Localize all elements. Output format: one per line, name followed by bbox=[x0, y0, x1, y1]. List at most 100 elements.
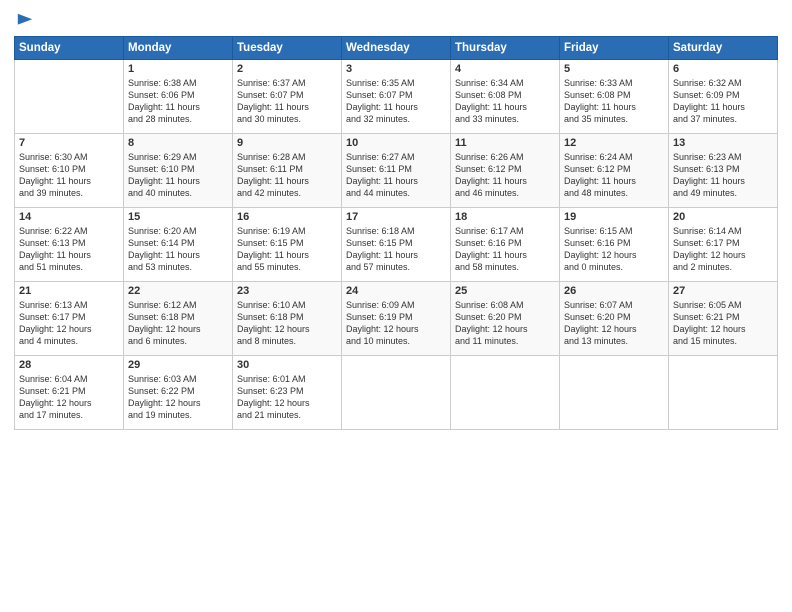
day-number: 23 bbox=[237, 285, 337, 297]
calendar-cell: 5 Sunrise: 6:33 AM Sunset: 6:08 PM Daylig… bbox=[560, 60, 669, 134]
calendar-cell: 25 Sunrise: 6:08 AM Sunset: 6:20 PM Dayli… bbox=[451, 282, 560, 356]
header bbox=[14, 10, 778, 30]
header-cell-thursday: Thursday bbox=[451, 37, 560, 60]
day-number: 25 bbox=[455, 285, 555, 297]
calendar-cell: 8Sunrise: 6:29 AM Sunset: 6:10 PM Daylig… bbox=[124, 134, 233, 208]
day-number: 3 bbox=[346, 63, 446, 75]
calendar-cell: 13 Sunrise: 6:23 AM Sunset: 6:13 PM Dayli… bbox=[669, 134, 778, 208]
day-number: 12 bbox=[564, 137, 664, 149]
cell-info: Sunrise: 6:38 AM Sunset: 6:06 PM Dayligh… bbox=[128, 77, 228, 126]
calendar-cell: 11Sunrise: 6:26 AM Sunset: 6:12 PM Dayli… bbox=[451, 134, 560, 208]
day-number: 28 bbox=[19, 359, 119, 371]
day-number: 5 bbox=[564, 63, 664, 75]
cell-info: Sunrise: 6:27 AM Sunset: 6:11 PM Dayligh… bbox=[346, 151, 446, 200]
day-number: 2 bbox=[237, 63, 337, 75]
calendar-cell: 6 Sunrise: 6:32 AM Sunset: 6:09 PM Daylig… bbox=[669, 60, 778, 134]
cell-info: Sunrise: 6:23 AM Sunset: 6:13 PM Dayligh… bbox=[673, 151, 773, 200]
calendar-cell bbox=[669, 356, 778, 430]
day-number: 11 bbox=[455, 137, 555, 149]
cell-info: Sunrise: 6:32 AM Sunset: 6:09 PM Dayligh… bbox=[673, 77, 773, 126]
cell-info: Sunrise: 6:37 AM Sunset: 6:07 PM Dayligh… bbox=[237, 77, 337, 126]
logo bbox=[14, 14, 34, 30]
calendar-cell: 28 Sunrise: 6:04 AM Sunset: 6:21 PM Dayli… bbox=[15, 356, 124, 430]
week-row-2: 14 Sunrise: 6:22 AM Sunset: 6:13 PM Dayli… bbox=[15, 208, 778, 282]
header-cell-wednesday: Wednesday bbox=[342, 37, 451, 60]
cell-info: Sunrise: 6:30 AM Sunset: 6:10 PM Dayligh… bbox=[19, 151, 119, 200]
calendar-cell bbox=[451, 356, 560, 430]
calendar-cell: 18 Sunrise: 6:17 AM Sunset: 6:16 PM Dayli… bbox=[451, 208, 560, 282]
cell-info: Sunrise: 6:07 AM Sunset: 6:20 PM Dayligh… bbox=[564, 299, 664, 348]
calendar-cell: 1 Sunrise: 6:38 AM Sunset: 6:06 PM Daylig… bbox=[124, 60, 233, 134]
cell-info: Sunrise: 6:35 AM Sunset: 6:07 PM Dayligh… bbox=[346, 77, 446, 126]
header-cell-friday: Friday bbox=[560, 37, 669, 60]
calendar-cell: 30 Sunrise: 6:01 AM Sunset: 6:23 PM Dayli… bbox=[233, 356, 342, 430]
page: SundayMondayTuesdayWednesdayThursdayFrid… bbox=[0, 0, 792, 612]
day-number: 9 bbox=[237, 137, 337, 149]
calendar-cell: 10 Sunrise: 6:27 AM Sunset: 6:11 PM Dayli… bbox=[342, 134, 451, 208]
cell-info: Sunrise: 6:13 AM Sunset: 6:17 PM Dayligh… bbox=[19, 299, 119, 348]
day-number: 10 bbox=[346, 137, 446, 149]
day-number: 20 bbox=[673, 211, 773, 223]
day-number: 30 bbox=[237, 359, 337, 371]
day-number: 24 bbox=[346, 285, 446, 297]
week-row-1: 7 Sunrise: 6:30 AM Sunset: 6:10 PM Daylig… bbox=[15, 134, 778, 208]
cell-info: Sunrise: 6:05 AM Sunset: 6:21 PM Dayligh… bbox=[673, 299, 773, 348]
day-number: 16 bbox=[237, 211, 337, 223]
header-cell-sunday: Sunday bbox=[15, 37, 124, 60]
calendar-cell: 24 Sunrise: 6:09 AM Sunset: 6:19 PM Dayli… bbox=[342, 282, 451, 356]
calendar-cell: 15Sunrise: 6:20 AM Sunset: 6:14 PM Dayli… bbox=[124, 208, 233, 282]
calendar-table: SundayMondayTuesdayWednesdayThursdayFrid… bbox=[14, 36, 778, 430]
week-row-0: 1 Sunrise: 6:38 AM Sunset: 6:06 PM Daylig… bbox=[15, 60, 778, 134]
calendar-cell: 23 Sunrise: 6:10 AM Sunset: 6:18 PM Dayli… bbox=[233, 282, 342, 356]
calendar-cell: 26 Sunrise: 6:07 AM Sunset: 6:20 PM Dayli… bbox=[560, 282, 669, 356]
calendar-cell: 20Sunrise: 6:14 AM Sunset: 6:17 PM Dayli… bbox=[669, 208, 778, 282]
cell-info: Sunrise: 6:17 AM Sunset: 6:16 PM Dayligh… bbox=[455, 225, 555, 274]
cell-info: Sunrise: 6:18 AM Sunset: 6:15 PM Dayligh… bbox=[346, 225, 446, 274]
day-number: 4 bbox=[455, 63, 555, 75]
calendar-cell: 2 Sunrise: 6:37 AM Sunset: 6:07 PM Daylig… bbox=[233, 60, 342, 134]
day-number: 18 bbox=[455, 211, 555, 223]
logo-text bbox=[14, 14, 34, 30]
cell-info: Sunrise: 6:24 AM Sunset: 6:12 PM Dayligh… bbox=[564, 151, 664, 200]
calendar-cell: 12 Sunrise: 6:24 AM Sunset: 6:12 PM Dayli… bbox=[560, 134, 669, 208]
cell-info: Sunrise: 6:01 AM Sunset: 6:23 PM Dayligh… bbox=[237, 373, 337, 422]
cell-info: Sunrise: 6:12 AM Sunset: 6:18 PM Dayligh… bbox=[128, 299, 228, 348]
header-cell-monday: Monday bbox=[124, 37, 233, 60]
calendar-cell: 27 Sunrise: 6:05 AM Sunset: 6:21 PM Dayli… bbox=[669, 282, 778, 356]
day-number: 27 bbox=[673, 285, 773, 297]
day-number: 6 bbox=[673, 63, 773, 75]
cell-info: Sunrise: 6:09 AM Sunset: 6:19 PM Dayligh… bbox=[346, 299, 446, 348]
calendar-cell: 7 Sunrise: 6:30 AM Sunset: 6:10 PM Daylig… bbox=[15, 134, 124, 208]
calendar-cell: 22Sunrise: 6:12 AM Sunset: 6:18 PM Dayli… bbox=[124, 282, 233, 356]
calendar-cell: 17Sunrise: 6:18 AM Sunset: 6:15 PM Dayli… bbox=[342, 208, 451, 282]
logo-flag-icon bbox=[16, 12, 34, 30]
calendar-cell bbox=[342, 356, 451, 430]
calendar-cell: 29 Sunrise: 6:03 AM Sunset: 6:22 PM Dayli… bbox=[124, 356, 233, 430]
calendar-cell: 21 Sunrise: 6:13 AM Sunset: 6:17 PM Dayli… bbox=[15, 282, 124, 356]
cell-info: Sunrise: 6:08 AM Sunset: 6:20 PM Dayligh… bbox=[455, 299, 555, 348]
header-cell-tuesday: Tuesday bbox=[233, 37, 342, 60]
cell-info: Sunrise: 6:34 AM Sunset: 6:08 PM Dayligh… bbox=[455, 77, 555, 126]
day-number: 8 bbox=[128, 137, 228, 149]
day-number: 29 bbox=[128, 359, 228, 371]
cell-info: Sunrise: 6:20 AM Sunset: 6:14 PM Dayligh… bbox=[128, 225, 228, 274]
calendar-cell: 14 Sunrise: 6:22 AM Sunset: 6:13 PM Dayli… bbox=[15, 208, 124, 282]
day-number: 14 bbox=[19, 211, 119, 223]
day-number: 19 bbox=[564, 211, 664, 223]
cell-info: Sunrise: 6:04 AM Sunset: 6:21 PM Dayligh… bbox=[19, 373, 119, 422]
calendar-cell: 19Sunrise: 6:15 AM Sunset: 6:16 PM Dayli… bbox=[560, 208, 669, 282]
cell-info: Sunrise: 6:28 AM Sunset: 6:11 PM Dayligh… bbox=[237, 151, 337, 200]
day-number: 21 bbox=[19, 285, 119, 297]
cell-info: Sunrise: 6:03 AM Sunset: 6:22 PM Dayligh… bbox=[128, 373, 228, 422]
day-number: 26 bbox=[564, 285, 664, 297]
calendar-cell bbox=[15, 60, 124, 134]
cell-info: Sunrise: 6:10 AM Sunset: 6:18 PM Dayligh… bbox=[237, 299, 337, 348]
day-number: 7 bbox=[19, 137, 119, 149]
calendar-cell: 16Sunrise: 6:19 AM Sunset: 6:15 PM Dayli… bbox=[233, 208, 342, 282]
cell-info: Sunrise: 6:33 AM Sunset: 6:08 PM Dayligh… bbox=[564, 77, 664, 126]
day-number: 13 bbox=[673, 137, 773, 149]
header-row: SundayMondayTuesdayWednesdayThursdayFrid… bbox=[15, 37, 778, 60]
calendar-cell: 4 Sunrise: 6:34 AM Sunset: 6:08 PM Daylig… bbox=[451, 60, 560, 134]
cell-info: Sunrise: 6:22 AM Sunset: 6:13 PM Dayligh… bbox=[19, 225, 119, 274]
day-number: 1 bbox=[128, 63, 228, 75]
